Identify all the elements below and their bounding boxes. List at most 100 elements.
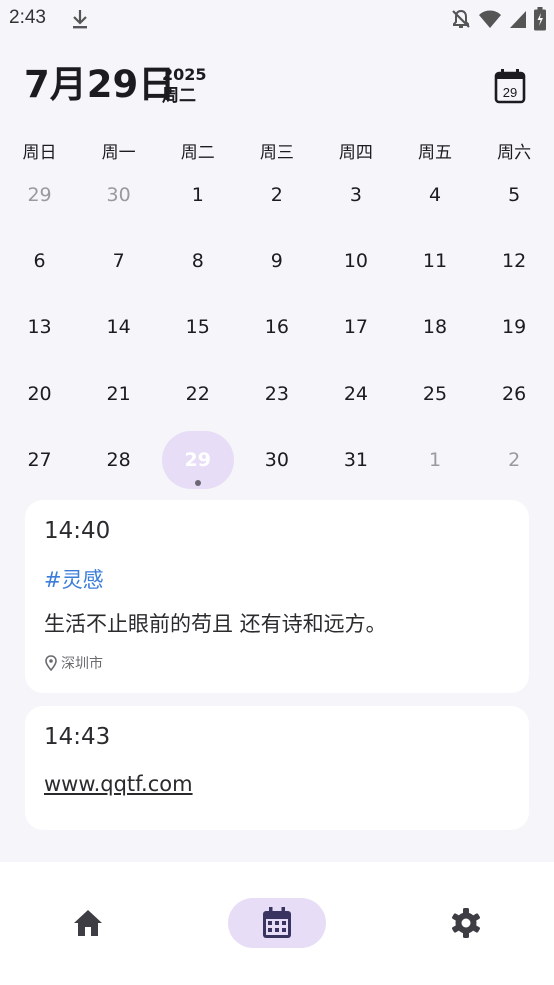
calendar-day-number: 18 — [422, 316, 448, 339]
signal-icon — [510, 11, 526, 28]
location-pin-icon — [45, 655, 57, 671]
calendar-day-number: 17 — [343, 316, 369, 339]
calendar-day[interactable]: 4 — [395, 162, 474, 228]
calendar-day[interactable]: 27 — [0, 427, 79, 493]
calendar-day[interactable]: 17 — [316, 294, 395, 360]
calendar-day-number: 26 — [502, 382, 527, 405]
calendar-day-number: 29 — [184, 448, 211, 471]
calendar-day[interactable]: 21 — [79, 361, 158, 427]
calendar-day[interactable]: 16 — [237, 294, 316, 360]
calendar-day-number: 27 — [27, 448, 52, 471]
calendar-day-number: 31 — [343, 448, 369, 471]
calendar-day-number: 4 — [428, 184, 442, 207]
nav-home[interactable] — [39, 898, 137, 948]
calendar-day-number: 11 — [422, 250, 448, 273]
calendar-day-number: 20 — [27, 382, 52, 405]
calendar-day-number: 30 — [106, 184, 131, 207]
entry-text: 生活不止眼前的苟且 还有诗和远方。 — [44, 612, 387, 636]
calendar-day[interactable]: 11 — [395, 228, 474, 294]
weekday-label: 周二 — [180, 143, 215, 163]
calendar-day[interactable]: 2 — [237, 162, 316, 228]
entry-time: 14:40 — [44, 518, 111, 544]
calendar-day[interactable]: 3 — [316, 162, 395, 228]
settings-icon — [452, 908, 480, 938]
calendar-day-number: 24 — [343, 382, 369, 405]
calendar-day-number: 2 — [508, 448, 521, 471]
calendar-day[interactable]: 12 — [475, 228, 554, 294]
calendar-day[interactable]: 14 — [79, 294, 158, 360]
weekday-label: 周六 — [497, 143, 532, 163]
calendar-day-number: 29 — [27, 184, 52, 207]
calendar-day[interactable]: 1 — [158, 162, 237, 228]
status-bar: 2:43 — [0, 0, 554, 38]
calendar-icon — [263, 907, 291, 938]
calendar-day[interactable]: 23 — [237, 361, 316, 427]
calendar-day-number: 25 — [422, 382, 448, 405]
battery-icon — [534, 7, 546, 31]
entry-tag[interactable]: #灵感 — [44, 564, 104, 594]
calendar-day-number: 2 — [270, 184, 283, 207]
selected-date: 7月29日 — [24, 63, 176, 106]
calendar-day[interactable]: 30 — [79, 162, 158, 228]
calendar-day-number: 23 — [264, 382, 289, 405]
nav-settings[interactable] — [417, 898, 515, 948]
calendar-day[interactable]: 20 — [0, 361, 79, 427]
notifications-off-icon — [452, 9, 470, 28]
calendar-day-number: 21 — [106, 382, 131, 405]
calendar-day[interactable]: 10 — [316, 228, 395, 294]
weekday-label: 周五 — [418, 143, 453, 163]
calendar-day[interactable]: 19 — [475, 294, 554, 360]
weekday-label: 周日 — [22, 143, 57, 163]
weekday-label: 周一 — [101, 143, 136, 163]
calendar-day[interactable]: 15 — [158, 294, 237, 360]
entry-card[interactable]: 14:43 www.qqtf.com — [25, 706, 529, 830]
status-icons — [450, 7, 546, 31]
calendar-day-number: 10 — [343, 250, 369, 273]
entry-link[interactable]: www.qqtf.com — [44, 772, 193, 796]
calendar-day[interactable]: 9 — [237, 228, 316, 294]
selected-weekday: 周二 — [162, 86, 196, 106]
calendar-day[interactable]: 26 — [475, 361, 554, 427]
calendar-day-number: 30 — [264, 448, 289, 471]
status-time: 2:43 — [9, 7, 46, 28]
calendar-day-number: 1 — [428, 448, 442, 471]
weekday-label: 周四 — [338, 143, 373, 163]
calendar-day[interactable]: 8 — [158, 228, 237, 294]
calendar-day-number: 28 — [106, 448, 131, 471]
calendar-day[interactable]: 5 — [475, 162, 554, 228]
calendar-day[interactable]: 13 — [0, 294, 79, 360]
calendar-day[interactable]: 24 — [316, 361, 395, 427]
today-calendar-day: 29 — [503, 85, 517, 100]
calendar-day-selected[interactable]: 29 — [158, 427, 237, 493]
calendar-day-number: 14 — [106, 316, 131, 339]
calendar-day[interactable]: 1 — [395, 427, 474, 493]
home-icon — [74, 910, 102, 936]
entry-location: 深圳市 — [44, 653, 103, 673]
entry-location-label: 深圳市 — [61, 656, 103, 672]
today-calendar-icon[interactable]: 29 — [490, 67, 530, 107]
calendar-day[interactable]: 29 — [0, 162, 79, 228]
calendar-day-number: 7 — [112, 250, 125, 273]
calendar-day[interactable]: 22 — [158, 361, 237, 427]
calendar-day-number: 15 — [185, 316, 210, 339]
calendar-day[interactable]: 28 — [79, 427, 158, 493]
calendar-grid: 29 30 1 2 3 4 5 6 7 8 9 10 11 12 13 14 15 16 17 18 19 20 21 22 2… — [0, 162, 554, 493]
calendar-day[interactable]: 31 — [316, 427, 395, 493]
weekday-label: 周三 — [259, 143, 294, 163]
bottom-nav — [0, 862, 554, 985]
calendar-day-number: 16 — [264, 316, 289, 339]
calendar-day-number: 13 — [27, 316, 52, 339]
calendar-day[interactable]: 18 — [395, 294, 474, 360]
wifi-icon — [479, 10, 501, 28]
nav-calendar[interactable] — [228, 898, 326, 948]
calendar-day-number: 8 — [191, 250, 204, 273]
calendar-day[interactable]: 6 — [0, 228, 79, 294]
calendar-day[interactable]: 30 — [237, 427, 316, 493]
calendar-day[interactable]: 2 — [475, 427, 554, 493]
selected-year: 2025 — [162, 65, 207, 84]
calendar-day[interactable]: 25 — [395, 361, 474, 427]
entry-card[interactable]: 14:40 #灵感 生活不止眼前的苟且 还有诗和远方。 深圳市 — [25, 500, 529, 693]
calendar-day[interactable]: 7 — [79, 228, 158, 294]
calendar-day-number: 9 — [270, 250, 283, 273]
calendar-day-number: 5 — [508, 184, 521, 207]
